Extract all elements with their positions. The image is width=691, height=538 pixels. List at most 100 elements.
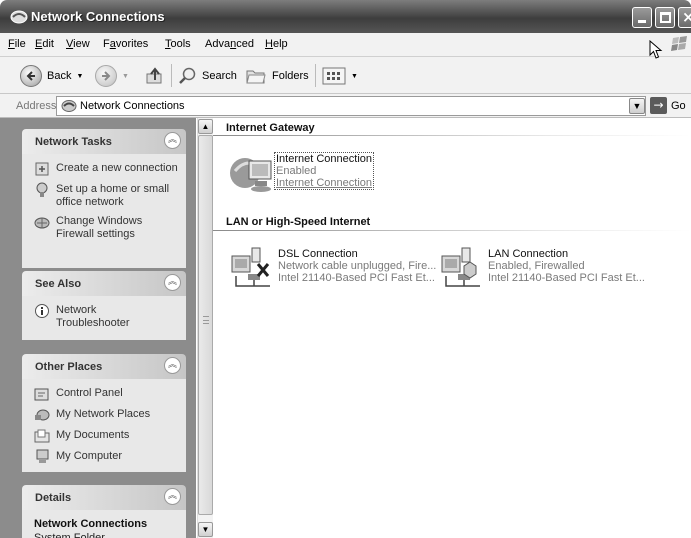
go-label: Go xyxy=(671,99,686,112)
group-divider xyxy=(213,230,691,231)
collapse-chevron-icon[interactable]: ︽ xyxy=(164,357,181,374)
windows-logo-icon xyxy=(671,36,687,51)
network-tasks-panel: Network Tasks ︽ Create a new connection … xyxy=(22,129,186,268)
maximize-icon xyxy=(660,12,671,23)
go-button[interactable]: → Go xyxy=(650,97,686,114)
menu-file[interactable]: File xyxy=(8,38,26,50)
connection-text: LAN Connection Enabled, Firewalled Intel… xyxy=(488,248,645,284)
place-my-documents[interactable]: My Documents xyxy=(34,429,178,444)
back-dropdown-icon[interactable]: ▼ xyxy=(76,73,83,80)
new-connection-icon xyxy=(35,162,49,176)
collapse-chevron-icon[interactable]: ︽ xyxy=(164,132,181,149)
menu-tools[interactable]: Tools xyxy=(165,38,191,50)
task-change-firewall[interactable]: Change Windows Firewall settings xyxy=(34,215,178,241)
address-value: Network Connections xyxy=(80,100,185,112)
see-also-panel: See Also ︽ Network Troubleshooter xyxy=(22,271,186,340)
folders-button[interactable]: Folders xyxy=(245,63,309,89)
internet-gateway-icon xyxy=(230,158,272,192)
connection-name: Internet Connection xyxy=(276,153,373,165)
scroll-thumb[interactable] xyxy=(198,135,213,515)
network-connections-icon xyxy=(10,10,28,24)
scroll-up-icon[interactable]: ▲ xyxy=(198,119,213,134)
task-setup-home-network[interactable]: Set up a home or small office network xyxy=(34,182,178,209)
place-label: Control Panel xyxy=(56,387,123,399)
task-label: Network Troubleshooter xyxy=(56,304,130,329)
toolbar-separator xyxy=(315,64,316,87)
connection-status: Enabled xyxy=(276,165,317,177)
menu-advanced[interactable]: Advanced xyxy=(205,38,254,50)
folders-icon xyxy=(246,70,266,84)
connection-text: DSL Connection Network cable unplugged, … xyxy=(278,248,436,284)
task-create-connection[interactable]: Create a new connection xyxy=(34,162,178,177)
place-my-network-places[interactable]: My Network Places xyxy=(34,408,178,423)
panel-title: Details xyxy=(35,492,72,504)
menu-favorites[interactable]: Favorites xyxy=(103,38,148,50)
connection-device: Internet Connection xyxy=(276,177,373,189)
forward-button[interactable]: ▼ xyxy=(95,63,129,89)
connection-device: Intel 21140-Based PCI Fast Et... xyxy=(278,272,435,284)
title-bar[interactable]: Network Connections × xyxy=(0,0,691,33)
see-also-header[interactable]: See Also ︽ xyxy=(22,271,186,296)
minimize-icon xyxy=(638,20,646,23)
connection-name: DSL Connection xyxy=(278,248,358,260)
close-icon: × xyxy=(682,8,691,26)
panel-title: See Also xyxy=(35,278,82,290)
close-button[interactable]: × xyxy=(678,7,691,28)
forward-dropdown-icon[interactable]: ▼ xyxy=(122,73,129,80)
group-divider xyxy=(213,135,691,136)
address-label: Address xyxy=(16,100,57,112)
menu-edit[interactable]: Edit xyxy=(35,38,54,50)
other-places-header[interactable]: Other Places ︽ xyxy=(22,354,186,379)
computer-icon xyxy=(36,449,49,463)
details-name: Network Connections xyxy=(34,518,148,530)
control-panel-icon xyxy=(34,388,49,401)
documents-folder-icon xyxy=(34,429,50,443)
details-panel: Details ︽ Network Connections System Fol… xyxy=(22,485,186,538)
connection-status: Network cable unplugged, Fire... xyxy=(278,260,437,272)
maximize-button[interactable] xyxy=(655,7,675,28)
place-my-computer[interactable]: My Computer xyxy=(34,449,178,465)
panel-body: Control Panel My Network Places My Docum… xyxy=(22,379,186,472)
other-places-panel: Other Places ︽ Control Panel My Network … xyxy=(22,354,186,472)
group-header-internet-gateway: Internet Gateway xyxy=(226,122,315,134)
task-pane: Network Tasks ︽ Create a new connection … xyxy=(0,118,196,538)
place-control-panel[interactable]: Control Panel xyxy=(34,387,178,402)
connection-status: Enabled, Firewalled xyxy=(488,260,585,272)
network-tasks-header[interactable]: Network Tasks ︽ xyxy=(22,129,186,154)
scroll-down-icon[interactable]: ▼ xyxy=(198,522,213,537)
menu-view[interactable]: View xyxy=(66,38,90,50)
menu-help[interactable]: Help xyxy=(265,38,288,50)
window-title: Network Connections xyxy=(31,9,165,24)
task-label: Set up a home or small office network xyxy=(56,183,170,208)
views-dropdown-icon[interactable]: ▼ xyxy=(351,73,358,80)
address-dropdown-icon[interactable]: ▼ xyxy=(629,98,645,114)
views-button[interactable]: ▼ xyxy=(322,63,358,89)
task-network-troubleshooter[interactable]: Network Troubleshooter xyxy=(34,304,178,330)
collapse-chevron-icon[interactable]: ︽ xyxy=(164,274,181,291)
details-header[interactable]: Details ︽ xyxy=(22,485,186,510)
menu-bar: File Edit View Favorites Tools Advanced … xyxy=(0,33,691,57)
group-header-lan: LAN or High-Speed Internet xyxy=(226,216,371,228)
forward-arrow-icon xyxy=(95,65,117,87)
up-folder-icon xyxy=(146,67,162,84)
search-label: Search xyxy=(202,70,237,82)
address-bar: Address Network Connections ▼ → Go xyxy=(0,94,691,118)
toolbar: Back ▼ ▼ Search Folders ▼ xyxy=(0,57,691,94)
info-icon xyxy=(35,304,49,318)
search-button[interactable]: Search xyxy=(177,63,237,89)
place-label: My Documents xyxy=(56,429,130,441)
back-button[interactable]: Back ▼ xyxy=(20,63,83,89)
collapse-chevron-icon[interactable]: ︽ xyxy=(164,488,181,505)
panel-body: Network Troubleshooter xyxy=(22,296,186,340)
minimize-button[interactable] xyxy=(632,7,652,28)
connection-name: LAN Connection xyxy=(488,248,569,260)
toolbar-separator xyxy=(171,64,172,87)
network-connections-icon xyxy=(61,100,77,112)
task-pane-scrollbar[interactable]: ▲ ▼ xyxy=(197,118,213,538)
address-input[interactable]: Network Connections ▼ xyxy=(56,96,646,116)
lan-connection-firewalled-icon xyxy=(441,247,480,287)
mouse-cursor-icon xyxy=(649,40,663,59)
go-arrow-icon: → xyxy=(650,97,667,114)
up-folder-button[interactable] xyxy=(144,63,166,89)
network-places-icon xyxy=(35,409,50,421)
